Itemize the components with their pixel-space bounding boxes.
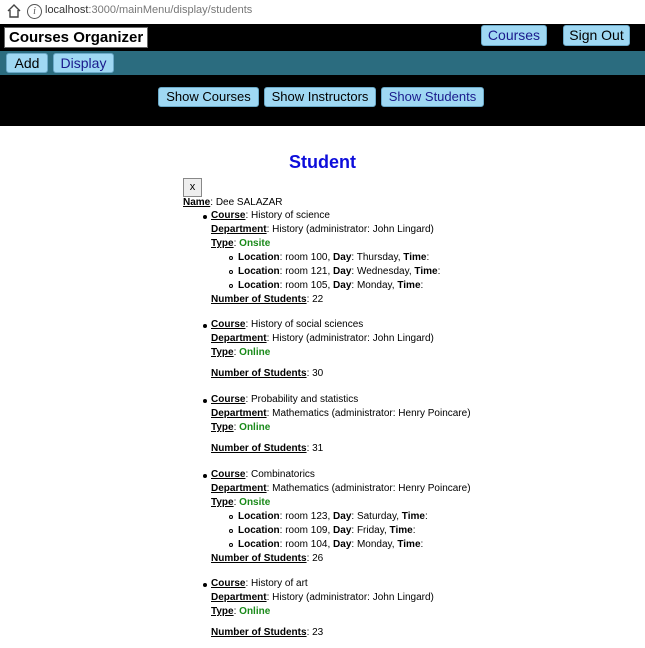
course-type: Type: Onsite — [211, 238, 271, 249]
student-name: Name: Dee SALAZAR — [183, 197, 283, 208]
add-button[interactable]: Add — [6, 53, 48, 73]
top-navbar: Courses Organizer Courses Sign Out — [0, 24, 645, 51]
course-location: Location: room 105, Day: Monday, Time: — [238, 280, 424, 291]
course-department: Department: Mathematics (administrator: … — [211, 483, 471, 494]
course-department: Department: History (administrator: John… — [211, 224, 434, 235]
course-name: Course: History of social sciences — [211, 319, 364, 330]
course-department: Department: History (administrator: John… — [211, 592, 434, 603]
circle-bullet-icon — [229, 529, 233, 533]
show-courses-tab[interactable]: Show Courses — [158, 87, 259, 107]
circle-bullet-icon — [229, 543, 233, 547]
course-department: Department: Mathematics (administrator: … — [211, 408, 471, 419]
show-instructors-tab[interactable]: Show Instructors — [264, 87, 376, 107]
course-student-count: Number of Students: 23 — [211, 627, 324, 638]
tab-bar: Show Courses Show Instructors Show Stude… — [0, 75, 645, 126]
course-type: Type: Online — [211, 606, 271, 617]
course-student-count: Number of Students: 26 — [211, 553, 324, 564]
bullet-icon — [203, 583, 207, 587]
course-department: Department: History (administrator: John… — [211, 333, 434, 344]
sub-navbar: Add Display — [0, 51, 645, 75]
bullet-icon — [203, 399, 207, 403]
course-location: Location: room 104, Day: Monday, Time: — [238, 539, 424, 550]
close-button[interactable]: x — [183, 178, 202, 197]
course-name: Course: Probability and statistics — [211, 394, 359, 405]
course-student-count: Number of Students: 22 — [211, 294, 324, 305]
course-name: Course: History of art — [211, 578, 308, 589]
bullet-icon — [203, 324, 207, 328]
course-student-count: Number of Students: 30 — [211, 368, 324, 379]
courses-button[interactable]: Courses — [481, 25, 547, 46]
display-button[interactable]: Display — [53, 53, 114, 73]
bullet-icon — [203, 215, 207, 219]
sign-out-button[interactable]: Sign Out — [563, 25, 630, 46]
main-content: Student x Name: Dee SALAZAR Course: Hist… — [0, 126, 645, 648]
circle-bullet-icon — [229, 284, 233, 288]
course-location: Location: room 123, Day: Saturday, Time: — [238, 511, 428, 522]
page-title: Student — [289, 152, 356, 172]
course-name: Course: History of science — [211, 210, 330, 221]
circle-bullet-icon — [229, 515, 233, 519]
course-type: Type: Online — [211, 347, 271, 358]
course-student-count: Number of Students: 31 — [211, 443, 324, 454]
show-students-tab[interactable]: Show Students — [381, 87, 484, 107]
course-location: Location: room 100, Day: Thursday, Time: — [238, 252, 430, 263]
url-text[interactable]: localhost:3000/mainMenu/display/students — [45, 4, 252, 16]
course-location: Location: room 121, Day: Wednesday, Time… — [238, 266, 441, 277]
info-icon[interactable]: i — [27, 4, 42, 19]
app-title: Courses Organizer — [4, 27, 148, 48]
home-icon[interactable] — [6, 3, 22, 19]
circle-bullet-icon — [229, 256, 233, 260]
course-type: Type: Onsite — [211, 497, 271, 508]
course-name: Course: Combinatorics — [211, 469, 315, 480]
bullet-icon — [203, 474, 207, 478]
course-type: Type: Online — [211, 422, 271, 433]
course-location: Location: room 109, Day: Friday, Time: — [238, 525, 416, 536]
address-bar[interactable]: i localhost:3000/mainMenu/display/studen… — [0, 0, 645, 25]
circle-bullet-icon — [229, 270, 233, 274]
